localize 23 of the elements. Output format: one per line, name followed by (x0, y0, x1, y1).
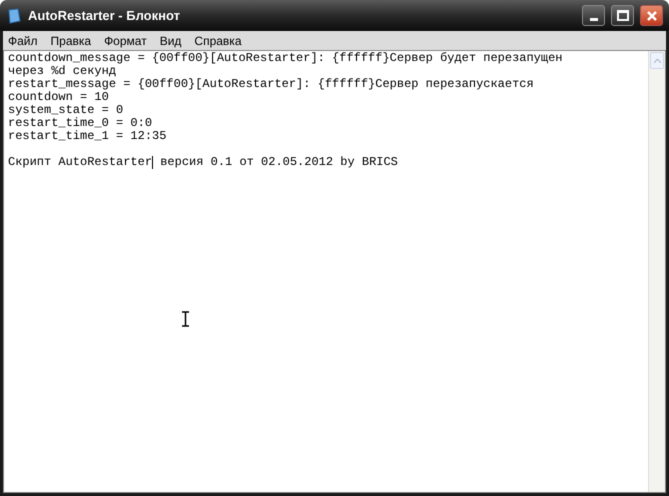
menu-item[interactable]: Правка (50, 32, 92, 50)
close-button[interactable] (640, 5, 663, 26)
text-line: restart_message = {00ff00}[AutoRestarter]: {ffffff}Сервер перезапускается (8, 77, 534, 91)
window-title: AutoRestarter - Блокнот (28, 6, 180, 25)
text-line: через %d секунд (8, 64, 116, 78)
i-beam-cursor-icon (181, 311, 190, 327)
close-icon (646, 10, 658, 22)
maximize-button[interactable] (611, 5, 634, 26)
menu-item[interactable]: Справка (194, 32, 242, 50)
text-caret (152, 156, 154, 169)
notepad-icon (6, 8, 22, 24)
text-line: restart_time_0 = 0:0 (8, 116, 152, 130)
menu-item[interactable]: Формат (104, 32, 147, 50)
minimize-button[interactable] (582, 5, 605, 26)
menu-item[interactable]: Вид (160, 32, 182, 50)
text-line: system_state = 0 (8, 103, 124, 117)
scrollbar[interactable] (648, 51, 665, 492)
text-line: Скрипт AutoRestarter (8, 155, 152, 169)
text-line: countdown_message = {00ff00}[AutoRestarter]: {ffffff}Сервер будет перезапущен (8, 51, 562, 65)
text-line: версия 0.1 от 02.05.2012 by BRICS (159, 155, 398, 169)
text-line: restart_time_1 = 12:35 (8, 129, 166, 143)
menu-item[interactable]: Файл (8, 32, 38, 50)
text-line: countdown = 10 (8, 90, 109, 104)
